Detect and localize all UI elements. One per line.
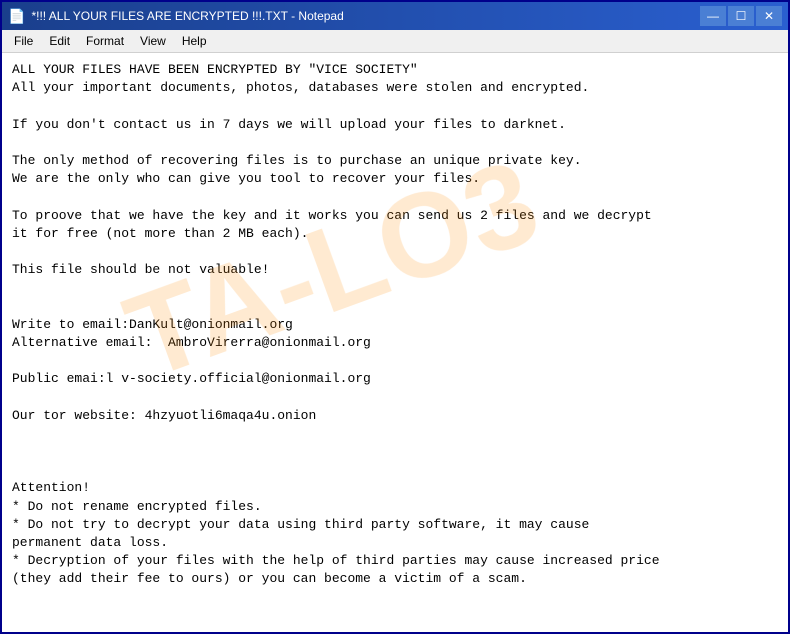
close-button[interactable]: ✕ xyxy=(756,6,782,26)
notepad-window: 📄 *!!! ALL YOUR FILES ARE ENCRYPTED !!!.… xyxy=(0,0,790,634)
title-buttons: — ☐ ✕ xyxy=(700,6,782,26)
title-bar-left: 📄 *!!! ALL YOUR FILES ARE ENCRYPTED !!!.… xyxy=(8,8,344,25)
menu-help[interactable]: Help xyxy=(174,32,215,50)
title-text: *!!! ALL YOUR FILES ARE ENCRYPTED !!!.TX… xyxy=(31,9,343,23)
menu-format[interactable]: Format xyxy=(78,32,132,50)
content-area[interactable]: TA-LO3 ALL YOUR FILES HAVE BEEN ENCRYPTE… xyxy=(2,53,788,632)
title-icon: 📄 xyxy=(8,8,25,25)
title-bar: 📄 *!!! ALL YOUR FILES ARE ENCRYPTED !!!.… xyxy=(2,2,788,30)
menu-file[interactable]: File xyxy=(6,32,41,50)
maximize-button[interactable]: ☐ xyxy=(728,6,754,26)
menu-edit[interactable]: Edit xyxy=(41,32,78,50)
menu-bar: File Edit Format View Help xyxy=(2,30,788,53)
menu-view[interactable]: View xyxy=(132,32,174,50)
notepad-content: ALL YOUR FILES HAVE BEEN ENCRYPTED BY "V… xyxy=(12,61,778,588)
minimize-button[interactable]: — xyxy=(700,6,726,26)
